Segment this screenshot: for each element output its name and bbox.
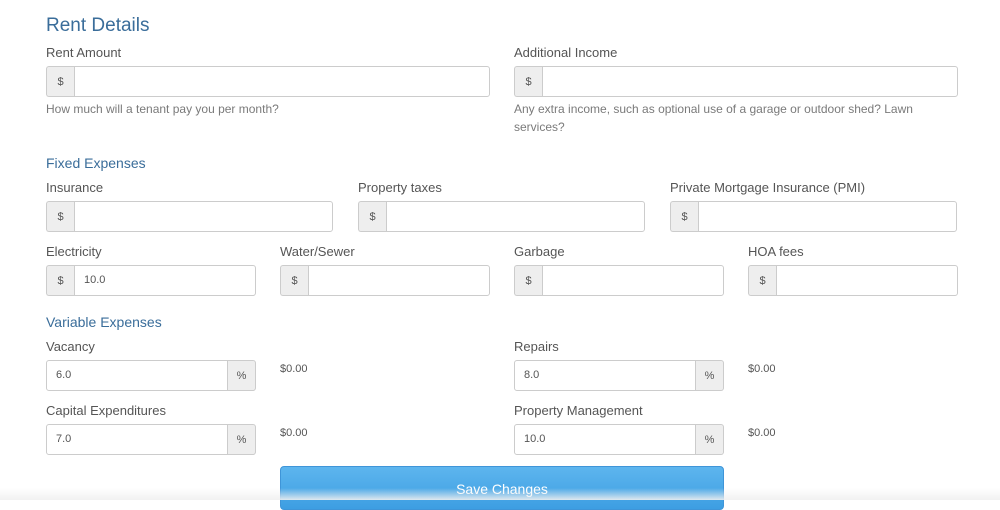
property-taxes-input[interactable] bbox=[386, 201, 645, 232]
property-taxes-label: Property taxes bbox=[358, 180, 442, 195]
water-sewer-label: Water/Sewer bbox=[280, 244, 355, 259]
section-title-fixed-expenses: Fixed Expenses bbox=[46, 155, 146, 171]
electricity-group: $ 10.0 bbox=[46, 265, 256, 296]
insurance-group: $ bbox=[46, 201, 333, 232]
dollar-prefix: $ bbox=[748, 265, 776, 296]
rent-amount-input[interactable] bbox=[74, 66, 490, 97]
dollar-prefix: $ bbox=[46, 66, 74, 97]
vacancy-input[interactable]: 6.0 bbox=[46, 360, 228, 391]
pmi-label: Private Mortgage Insurance (PMI) bbox=[670, 180, 866, 195]
additional-income-group: $ bbox=[514, 66, 958, 97]
electricity-input[interactable]: 10.0 bbox=[74, 265, 256, 296]
percent-suffix: % bbox=[696, 424, 724, 455]
water-sewer-input[interactable] bbox=[308, 265, 490, 296]
additional-income-help: Any extra income, such as optional use o… bbox=[514, 100, 958, 136]
dollar-prefix: $ bbox=[514, 66, 542, 97]
dollar-prefix: $ bbox=[46, 265, 74, 296]
electricity-label: Electricity bbox=[46, 244, 102, 259]
pmi-group: $ bbox=[670, 201, 957, 232]
garbage-input[interactable] bbox=[542, 265, 724, 296]
hoa-fees-label: HOA fees bbox=[748, 244, 804, 259]
repairs-group: 8.0 % bbox=[514, 360, 724, 391]
dollar-prefix: $ bbox=[514, 265, 542, 296]
percent-suffix: % bbox=[228, 424, 256, 455]
vacancy-group: 6.0 % bbox=[46, 360, 256, 391]
percent-suffix: % bbox=[696, 360, 724, 391]
hoa-fees-input[interactable] bbox=[776, 265, 958, 296]
hoa-fees-group: $ bbox=[748, 265, 958, 296]
section-title-variable-expenses: Variable Expenses bbox=[46, 314, 162, 330]
capital-expenditures-input[interactable]: 7.0 bbox=[46, 424, 228, 455]
percent-suffix: % bbox=[228, 360, 256, 391]
additional-income-label: Additional Income bbox=[514, 45, 618, 60]
pmi-input[interactable] bbox=[698, 201, 957, 232]
dollar-prefix: $ bbox=[46, 201, 74, 232]
property-taxes-group: $ bbox=[358, 201, 645, 232]
additional-income-help-line-2: services? bbox=[514, 120, 565, 134]
dollar-prefix: $ bbox=[670, 201, 698, 232]
rent-amount-label: Rent Amount bbox=[46, 45, 122, 60]
property-management-group: 10.0 % bbox=[514, 424, 724, 455]
vacancy-computed-amount: $0.00 bbox=[280, 363, 308, 375]
capital-expenditures-group: 7.0 % bbox=[46, 424, 256, 455]
vacancy-label: Vacancy bbox=[46, 339, 95, 354]
capital-expenditures-label: Capital Expenditures bbox=[46, 403, 166, 418]
repairs-input[interactable]: 8.0 bbox=[514, 360, 696, 391]
rent-amount-help: How much will a tenant pay you per month… bbox=[46, 102, 279, 116]
capital-expenditures-computed-amount: $0.00 bbox=[280, 427, 308, 439]
additional-income-help-line-1: Any extra income, such as optional use o… bbox=[514, 102, 913, 116]
repairs-computed-amount: $0.00 bbox=[748, 363, 776, 375]
save-changes-button[interactable]: Save Changes bbox=[280, 466, 724, 510]
property-management-computed-amount: $0.00 bbox=[748, 427, 776, 439]
additional-income-input[interactable] bbox=[542, 66, 958, 97]
garbage-label: Garbage bbox=[514, 244, 565, 259]
section-title-rent-details: Rent Details bbox=[46, 15, 150, 36]
water-sewer-group: $ bbox=[280, 265, 490, 296]
rent-amount-group: $ bbox=[46, 66, 490, 97]
garbage-group: $ bbox=[514, 265, 724, 296]
insurance-label: Insurance bbox=[46, 180, 104, 195]
property-management-label: Property Management bbox=[514, 403, 643, 418]
repairs-label: Repairs bbox=[514, 339, 559, 354]
dollar-prefix: $ bbox=[280, 265, 308, 296]
dollar-prefix: $ bbox=[358, 201, 386, 232]
property-management-input[interactable]: 10.0 bbox=[514, 424, 696, 455]
insurance-input[interactable] bbox=[74, 201, 333, 232]
